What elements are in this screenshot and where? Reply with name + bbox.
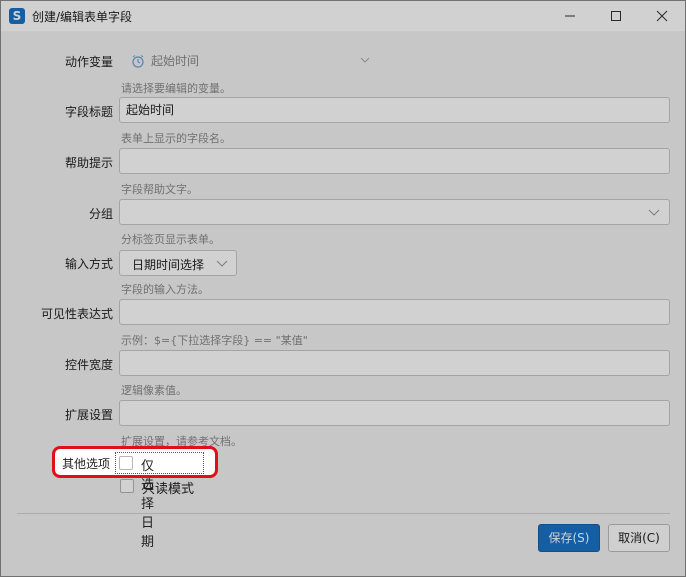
group-label: 分组	[88, 207, 113, 221]
window-title: 创建/编辑表单字段	[32, 10, 133, 24]
footer-divider	[17, 513, 670, 514]
app-logo-icon: S	[9, 8, 25, 24]
date-only-option-label: 仅选择日期	[141, 459, 155, 550]
alarm-clock-icon	[132, 55, 144, 68]
visibility-expr-input[interactable]	[119, 299, 670, 325]
extend-settings-input[interactable]	[119, 400, 670, 426]
other-options-label: 其他选项	[61, 457, 110, 471]
control-width-label: 控件宽度	[64, 358, 113, 372]
chevron-down-icon	[648, 209, 660, 216]
date-only-checkbox[interactable]	[119, 456, 133, 470]
input-mode-dropdown[interactable]: 日期时间选择	[119, 250, 237, 276]
maximize-button[interactable]	[593, 1, 639, 31]
input-mode-value: 日期时间选择	[132, 258, 205, 272]
extend-settings-label: 扩展设置	[64, 408, 113, 422]
group-hint: 分标签页显示表单。	[121, 233, 220, 246]
chevron-down-icon	[360, 57, 370, 63]
control-width-hint: 逻辑像素值。	[121, 384, 187, 397]
help-tip-label: 帮助提示	[64, 156, 113, 170]
visibility-expr-hint: 示例：$={下拉选择字段} == "某值"	[121, 334, 308, 347]
control-width-input[interactable]	[119, 350, 670, 376]
minimize-button[interactable]	[547, 1, 593, 31]
input-mode-label: 输入方式	[64, 257, 113, 271]
field-title-label: 字段标题	[64, 105, 113, 119]
minimize-icon	[565, 15, 575, 17]
save-button[interactable]: 保存(S)	[538, 524, 600, 552]
dialog-window: S 创建/编辑表单字段 动作变量 起始时间 请选择要编辑的变量。 字段标题 起始…	[0, 0, 686, 577]
cancel-button[interactable]: 取消(C)	[608, 524, 670, 552]
action-variable-hint: 请选择要编辑的变量。	[121, 82, 231, 95]
group-select[interactable]	[119, 199, 670, 225]
action-variable-select[interactable]: 起始时间	[119, 51, 375, 71]
input-mode-hint: 字段的输入方法。	[121, 283, 209, 296]
field-title-input[interactable]: 起始时间	[119, 97, 670, 123]
maximize-icon	[611, 11, 621, 21]
field-title-hint: 表单上显示的字段名。	[121, 132, 231, 145]
readonly-checkbox[interactable]	[120, 479, 134, 493]
help-tip-hint: 字段帮助文字。	[121, 183, 198, 196]
chevron-down-icon	[216, 260, 228, 267]
visibility-expr-label: 可见性表达式	[40, 307, 113, 321]
close-icon	[656, 10, 668, 22]
title-bar: S 创建/编辑表单字段	[1, 1, 685, 31]
action-variable-value: 起始时间	[151, 54, 200, 68]
help-tip-input[interactable]	[119, 148, 670, 174]
close-button[interactable]	[639, 1, 685, 31]
action-variable-label: 动作变量	[64, 55, 113, 69]
